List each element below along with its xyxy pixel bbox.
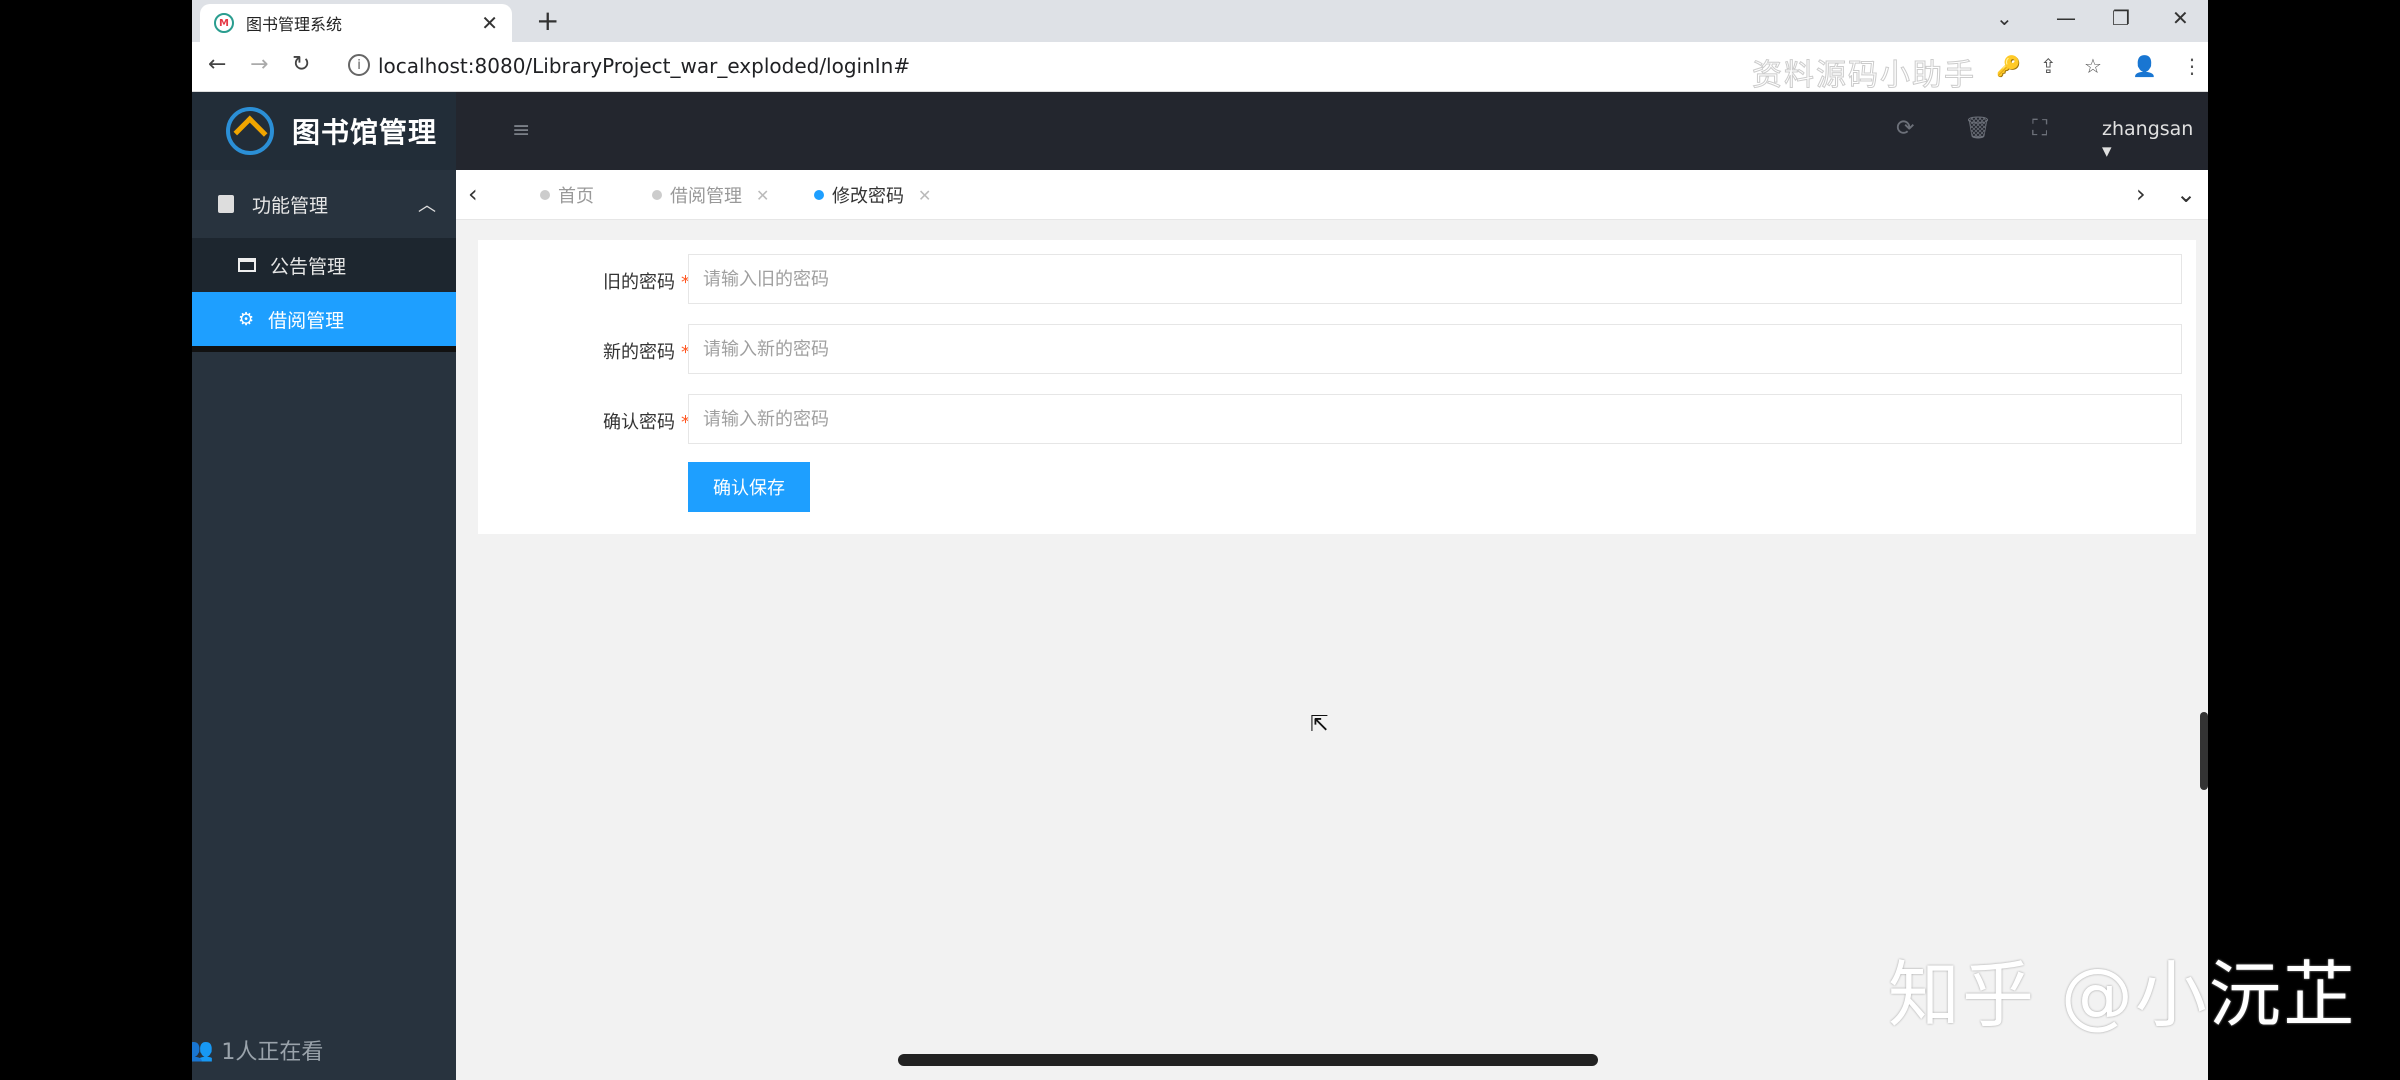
- scrollbar[interactable]: [2200, 712, 2208, 790]
- logo-icon: [226, 107, 274, 155]
- share-icon[interactable]: ⇪: [2040, 54, 2057, 78]
- tab-search-icon[interactable]: ⌄: [1996, 0, 2013, 36]
- new-password-input[interactable]: [688, 324, 2182, 374]
- tab-label: 修改密码: [832, 186, 904, 207]
- app-logo[interactable]: 图书馆管理: [192, 92, 456, 170]
- old-password-row: 旧的密码 *: [478, 254, 2196, 304]
- new-tab-icon[interactable]: +: [536, 4, 559, 37]
- viewers-label: 1人正在看: [221, 1040, 324, 1065]
- tab-label: 借阅管理: [670, 186, 742, 207]
- bookmark-star-icon[interactable]: ☆: [2084, 54, 2102, 78]
- new-password-label: 新的密码 *: [603, 342, 690, 363]
- tabs-left-icon[interactable]: ‹: [468, 180, 478, 208]
- sidebar-item-notice[interactable]: 公告管理: [192, 238, 456, 292]
- app-name: 图书馆管理: [292, 116, 438, 149]
- browser-tab-title: 图书管理系统: [246, 15, 343, 34]
- confirm-password-row: 确认密码 *: [478, 394, 2196, 444]
- info-icon[interactable]: i: [348, 54, 370, 76]
- tab-label: 首页: [558, 186, 594, 207]
- new-password-row: 新的密码 *: [478, 324, 2196, 374]
- menu-group-function[interactable]: 功能管理 ︿: [192, 170, 456, 238]
- tabs-more-icon[interactable]: ⌄: [2176, 180, 2196, 208]
- back-icon[interactable]: ←: [208, 52, 226, 77]
- tab-home[interactable]: 首页: [528, 170, 606, 220]
- page-tabs: ‹ 首页 借阅管理 ✕ 修改密码 ✕ › ⌄: [456, 170, 2208, 220]
- browser-tabbar: M 图书管理系统 ✕ + ⌄ — ❐ ✕: [192, 0, 2208, 42]
- old-password-label: 旧的密码 *: [603, 272, 690, 293]
- tab-dot-icon: [814, 190, 824, 200]
- tabs-right-icon[interactable]: ›: [2136, 180, 2146, 208]
- window-icon: [238, 258, 256, 272]
- url-field[interactable]: localhost:8080/LibraryProject_war_explod…: [378, 54, 910, 78]
- reload-icon[interactable]: ↻: [292, 52, 310, 77]
- profile-icon[interactable]: 👤: [2132, 54, 2157, 78]
- change-password-form: 旧的密码 * 新的密码 * 确认密码 * 确认保存: [478, 240, 2196, 534]
- viewers-icon: 👥: [192, 1037, 214, 1063]
- trash-icon[interactable]: 🗑: [1964, 116, 1992, 141]
- zhihu-watermark: 知乎 @小沅芷: [1888, 953, 2357, 1037]
- tab-dot-icon: [540, 190, 550, 200]
- tab-close-icon[interactable]: ✕: [756, 186, 769, 205]
- close-window-icon[interactable]: ✕: [2172, 0, 2189, 36]
- viewers-count: 👥 1人正在看: [192, 1034, 323, 1066]
- browser-tab[interactable]: M 图书管理系统 ✕: [200, 4, 512, 42]
- minimize-icon[interactable]: —: [2056, 0, 2076, 36]
- tab-close-icon[interactable]: ✕: [918, 186, 931, 205]
- tab-change-password[interactable]: 修改密码 ✕: [802, 170, 943, 220]
- refresh-icon[interactable]: ⟳: [1896, 116, 1914, 141]
- submenu-divider: [192, 346, 456, 352]
- app-header: ≡ ⟳ 🗑 ⛶ zhangsan ▾: [456, 92, 2208, 170]
- key-icon[interactable]: 🔑: [1996, 54, 2021, 78]
- confirm-save-button[interactable]: 确认保存: [688, 462, 810, 512]
- address-bar: ← → ↻ i localhost:8080/LibraryProject_wa…: [192, 42, 2208, 94]
- chevron-up-icon: ︿: [418, 195, 436, 216]
- contact-icon: [218, 195, 234, 213]
- user-menu[interactable]: zhangsan ▾: [2102, 118, 2208, 162]
- sidebar-item-label: 公告管理: [270, 255, 347, 278]
- fullscreen-icon[interactable]: ⛶: [2032, 116, 2047, 141]
- forward-icon[interactable]: →: [250, 52, 268, 77]
- confirm-password-input[interactable]: [688, 394, 2182, 444]
- restore-icon[interactable]: ❐: [2112, 0, 2130, 36]
- favicon-icon: M: [214, 13, 234, 33]
- browser-menu-icon[interactable]: ⋮: [2182, 54, 2202, 78]
- confirm-password-label: 确认密码 *: [603, 412, 690, 433]
- submenu: 公告管理 ⚙ 借阅管理: [192, 238, 456, 352]
- screen: M 图书管理系统 ✕ + ⌄ — ❐ ✕ ← → ↻ i localhost:8…: [0, 0, 2400, 1080]
- gears-icon: ⚙: [238, 308, 255, 330]
- sidebar-item-borrow[interactable]: ⚙ 借阅管理: [192, 292, 456, 346]
- mouse-cursor-icon: ⇱: [1310, 712, 1329, 737]
- sidebar: 图书馆管理 功能管理 ︿ 公告管理 ⚙ 借阅管理 👥 1人正在看: [192, 92, 456, 1080]
- browser-window: M 图书管理系统 ✕ + ⌄ — ❐ ✕ ← → ↻ i localhost:8…: [192, 0, 2208, 1080]
- menu-fold-icon[interactable]: ≡: [512, 118, 530, 143]
- home-indicator[interactable]: [898, 1054, 1598, 1066]
- tab-dot-icon: [652, 190, 662, 200]
- sidebar-item-label: 借阅管理: [268, 309, 345, 332]
- menu-group-label: 功能管理: [252, 194, 329, 217]
- close-tab-icon[interactable]: ✕: [481, 11, 498, 35]
- watermark-text: 资料源码小助手: [1752, 58, 1976, 94]
- old-password-input[interactable]: [688, 254, 2182, 304]
- tab-borrow[interactable]: 借阅管理 ✕: [640, 170, 781, 220]
